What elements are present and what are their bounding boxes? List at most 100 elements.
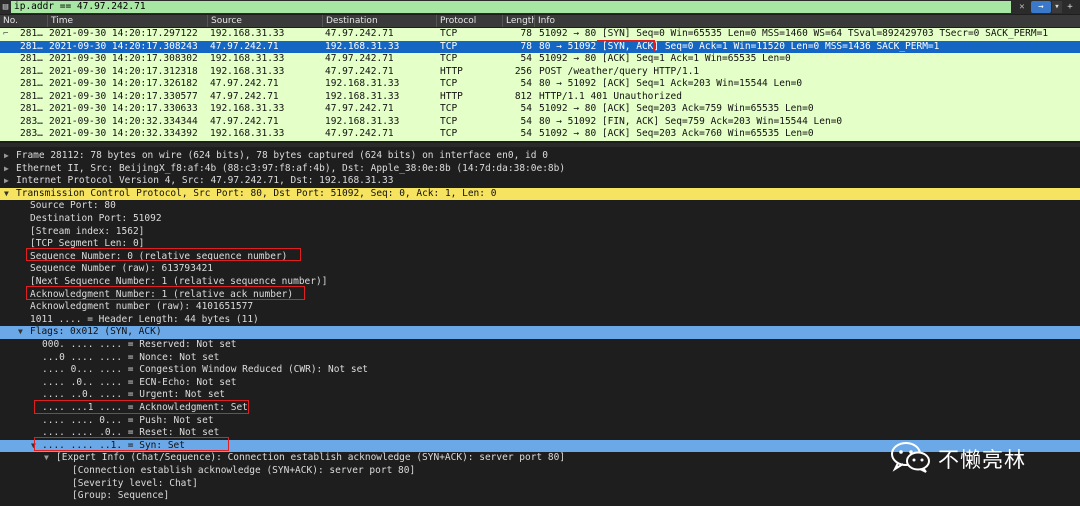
col-header-protocol[interactable]: Protocol (436, 15, 502, 27)
detail-line[interactable]: .... 0... .... = Congestion Window Reduc… (0, 364, 1080, 377)
detail-line[interactable]: ▶ Frame 28112: 78 bytes on wire (624 bits… (0, 150, 1080, 163)
detail-line[interactable]: ▼ Flags: 0x012 (SYN, ACK) (0, 326, 1080, 339)
detail-line[interactable]: Sequence Number (raw): 613793421 (0, 263, 1080, 276)
watermark-text: 不懒亮林 (938, 448, 1026, 472)
packet-time: 2021-09-30 14:20:32.334392 (49, 128, 198, 139)
apply-filter-button[interactable]: → (1031, 1, 1051, 13)
detail-text: [Group: Sequence] (72, 490, 170, 502)
detail-text: 000. .... .... = Reserved: Not set (42, 339, 237, 350)
packet-row[interactable]: 281… 2021-09-30 14:20:17.330577 47.97.242.… (0, 90, 1080, 103)
detail-line[interactable]: 1011 .... = Header Length: 44 bytes (11) (0, 314, 1080, 327)
detail-text: [Stream index: 1562] (30, 225, 145, 237)
packet-source: 192.168.31.33 (210, 53, 285, 64)
packet-row[interactable]: 283… 2021-09-30 14:20:32.334344 47.97.242.… (0, 115, 1080, 128)
col-header-time[interactable]: Time (47, 15, 207, 27)
display-filter-bar: ▤ ip.addr == 47.97.242.71 ✕ → ▾ + (0, 0, 1080, 14)
packet-no: 283… (20, 128, 43, 139)
packet-time: 2021-09-30 14:20:17.308302 (49, 53, 198, 64)
col-header-info[interactable]: Info (534, 15, 1080, 27)
packet-length: 78 (520, 28, 532, 39)
expand-arrow-icon[interactable]: ▶ (4, 163, 14, 176)
packet-time: 2021-09-30 14:20:17.308243 (49, 40, 198, 52)
detail-text: Ethernet II, Src: BeijingX_f8:af:4b (88:… (16, 162, 566, 174)
collapse-arrow-icon[interactable]: ▼ (4, 188, 14, 201)
packet-no: 283… (20, 115, 43, 127)
packet-no: 281… (20, 40, 43, 52)
detail-line[interactable]: .... .... 0... = Push: Not set (0, 415, 1080, 428)
packet-source: 192.168.31.33 (210, 103, 285, 114)
detail-line[interactable]: ▶ Ethernet II, Src: BeijingX_f8:af:4b (88… (0, 163, 1080, 176)
detail-text: Sequence Number (raw): 613793421 (30, 263, 214, 275)
detail-line[interactable]: [Group: Sequence] (0, 490, 1080, 503)
packet-no: 281… (20, 103, 43, 114)
wechat-icon (891, 442, 930, 473)
expand-arrow-icon[interactable]: ▶ (4, 150, 14, 163)
packet-length: 54 (520, 115, 532, 127)
detail-text: Destination Port: 51092 (30, 213, 162, 224)
detail-line[interactable]: [Severity level: Chat] (0, 478, 1080, 491)
watermark: 不懒亮林 (890, 438, 1060, 478)
packet-info: 51092 → 80 [ACK] Seq=1 Ack=1 Win=65535 L… (539, 53, 791, 64)
packet-source: 192.168.31.33 (210, 128, 285, 139)
packet-source: 192.168.31.33 (210, 28, 285, 39)
detail-text: [Connection establish acknowledge (SYN+A… (72, 465, 416, 476)
col-header-source[interactable]: Source (207, 15, 322, 27)
packet-row[interactable]: 281… 2021-09-30 14:20:17.308302 192.168.31… (0, 53, 1080, 66)
packet-protocol: TCP (440, 128, 458, 139)
packet-info: 51092 → 80 [ACK] Seq=203 Ack=759 Win=655… (539, 103, 814, 114)
packet-row[interactable]: ⌐ 281… 2021-09-30 14:20:17.297122 192.168.3… (0, 28, 1080, 41)
detail-line[interactable]: Source Port: 80 (0, 200, 1080, 213)
packet-destination: 47.97.242.71 (325, 128, 394, 139)
packet-destination: 47.97.242.71 (325, 65, 394, 77)
clear-filter-button[interactable]: ✕ (1016, 1, 1028, 13)
packet-protocol: HTTP (440, 65, 463, 77)
packet-row[interactable]: 281… 2021-09-30 14:20:17.330633 192.168.31… (0, 103, 1080, 116)
detail-text: Internet Protocol Version 4, Src: 47.97.… (16, 175, 394, 187)
collapse-arrow-icon[interactable]: ▼ (44, 452, 54, 465)
packet-destination: 192.168.31.33 (325, 90, 400, 102)
ack-annotation-box (26, 286, 305, 300)
display-filter-input[interactable]: ip.addr == 47.97.242.71 (11, 1, 1011, 13)
packet-no: 281… (20, 28, 43, 39)
packet-source: 47.97.242.71 (210, 90, 279, 102)
packet-protocol: TCP (440, 53, 458, 64)
add-filter-button[interactable]: + (1064, 1, 1076, 13)
detail-line[interactable]: Acknowledgment number (raw): 4101651577 (0, 301, 1080, 314)
filter-bookmark-icon[interactable]: ▤ (1, 2, 10, 12)
col-header-no[interactable]: No. (0, 15, 47, 27)
detail-line[interactable]: [Stream index: 1562] (0, 226, 1080, 239)
packet-protocol: TCP (440, 40, 458, 52)
detail-text: .... .0.. .... = ECN-Echo: Not set (42, 376, 237, 388)
detail-text: [Expert Info (Chat/Sequence): Connection… (56, 452, 566, 464)
detail-line[interactable]: ...0 .... .... = Nonce: Not set (0, 352, 1080, 365)
detail-line[interactable]: Destination Port: 51092 (0, 213, 1080, 226)
detail-line[interactable]: 000. .... .... = Reserved: Not set (0, 339, 1080, 352)
packet-row[interactable]: 281… 2021-09-30 14:20:17.312318 192.168.31… (0, 65, 1080, 78)
detail-text: .... .... 0... = Push: Not set (42, 414, 214, 426)
packet-row[interactable]: 281… 2021-09-30 14:20:17.326182 47.97.242.… (0, 78, 1080, 91)
packet-row[interactable]: 283… 2021-09-30 14:20:32.334392 192.168.31… (0, 128, 1080, 141)
detail-text: Frame 28112: 78 bytes on wire (624 bits)… (16, 150, 548, 161)
col-header-destination[interactable]: Destination (322, 15, 436, 27)
detail-line[interactable]: ▼ Transmission Control Protocol, Src Port… (0, 187, 1080, 201)
packet-info: POST /weather/query HTTP/1.1 (539, 65, 700, 77)
packet-destination: 47.97.242.71 (325, 28, 394, 39)
packet-row[interactable]: 281… 2021-09-30 14:20:17.308243 47.97.242.… (0, 40, 1080, 53)
packet-length: 54 (520, 78, 532, 89)
packet-destination: 192.168.31.33 (325, 40, 400, 52)
detail-text: Source Port: 80 (30, 200, 116, 212)
detail-line[interactable]: .... .0.. .... = ECN-Echo: Not set (0, 377, 1080, 390)
detail-line[interactable]: ▶ Internet Protocol Version 4, Src: 47.97… (0, 175, 1080, 188)
packet-list: No. Time Source Destination Protocol Len… (0, 15, 1080, 143)
collapse-arrow-icon[interactable]: ▼ (18, 326, 28, 339)
recent-filters-dropdown[interactable]: ▾ (1052, 1, 1062, 13)
packet-source: 47.97.242.71 (210, 115, 279, 127)
packet-length: 54 (520, 128, 532, 139)
packet-info: 51092 → 80 [SYN] Seq=0 Win=65535 Len=0 M… (539, 28, 1049, 39)
packet-no: 281… (20, 53, 43, 64)
detail-text: Transmission Control Protocol, Src Port:… (16, 187, 497, 199)
expand-arrow-icon[interactable]: ▶ (4, 175, 14, 188)
packet-no: 281… (20, 65, 43, 77)
col-header-length[interactable]: Length (502, 15, 534, 27)
packet-source: 47.97.242.71 (210, 78, 279, 89)
